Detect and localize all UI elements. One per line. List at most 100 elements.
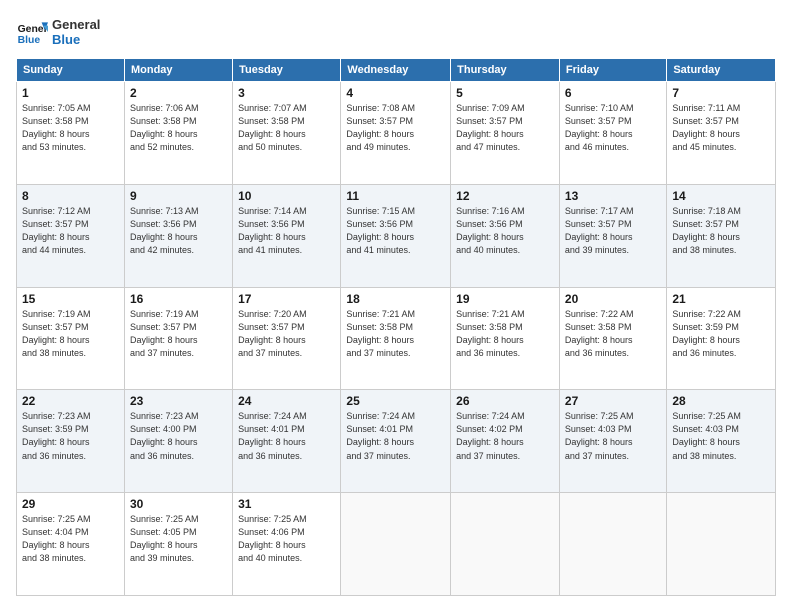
logo-icon: General Blue [16,16,48,48]
day-info: Sunrise: 7:05 AM Sunset: 3:58 PM Dayligh… [22,102,119,154]
calendar-header-tuesday: Tuesday [233,59,341,82]
calendar-week-4: 22 Sunrise: 7:23 AM Sunset: 3:59 PM Dayl… [17,390,776,493]
calendar-cell: 3 Sunrise: 7:07 AM Sunset: 3:58 PM Dayli… [233,82,341,185]
day-number: 10 [238,189,335,203]
day-number: 22 [22,394,119,408]
day-number: 3 [238,86,335,100]
day-number: 28 [672,394,770,408]
calendar-cell: 12 Sunrise: 7:16 AM Sunset: 3:56 PM Dayl… [451,184,560,287]
day-info: Sunrise: 7:23 AM Sunset: 4:00 PM Dayligh… [130,410,227,462]
day-info: Sunrise: 7:06 AM Sunset: 3:58 PM Dayligh… [130,102,227,154]
calendar-cell: 25 Sunrise: 7:24 AM Sunset: 4:01 PM Dayl… [341,390,451,493]
calendar-cell: 4 Sunrise: 7:08 AM Sunset: 3:57 PM Dayli… [341,82,451,185]
day-number: 5 [456,86,554,100]
calendar-header-row: SundayMondayTuesdayWednesdayThursdayFrid… [17,59,776,82]
calendar-cell: 6 Sunrise: 7:10 AM Sunset: 3:57 PM Dayli… [559,82,666,185]
calendar-header-monday: Monday [124,59,232,82]
header: General Blue General Blue [16,16,776,48]
calendar-cell: 26 Sunrise: 7:24 AM Sunset: 4:02 PM Dayl… [451,390,560,493]
calendar-cell: 24 Sunrise: 7:24 AM Sunset: 4:01 PM Dayl… [233,390,341,493]
day-info: Sunrise: 7:24 AM Sunset: 4:01 PM Dayligh… [346,410,445,462]
day-info: Sunrise: 7:24 AM Sunset: 4:02 PM Dayligh… [456,410,554,462]
day-number: 15 [22,292,119,306]
calendar-cell: 16 Sunrise: 7:19 AM Sunset: 3:57 PM Dayl… [124,287,232,390]
day-number: 1 [22,86,119,100]
day-number: 16 [130,292,227,306]
calendar-week-5: 29 Sunrise: 7:25 AM Sunset: 4:04 PM Dayl… [17,493,776,596]
calendar-cell: 19 Sunrise: 7:21 AM Sunset: 3:58 PM Dayl… [451,287,560,390]
day-info: Sunrise: 7:25 AM Sunset: 4:05 PM Dayligh… [130,513,227,565]
calendar-header-thursday: Thursday [451,59,560,82]
day-info: Sunrise: 7:25 AM Sunset: 4:04 PM Dayligh… [22,513,119,565]
calendar-cell: 7 Sunrise: 7:11 AM Sunset: 3:57 PM Dayli… [667,82,776,185]
day-number: 29 [22,497,119,511]
day-info: Sunrise: 7:07 AM Sunset: 3:58 PM Dayligh… [238,102,335,154]
calendar-week-1: 1 Sunrise: 7:05 AM Sunset: 3:58 PM Dayli… [17,82,776,185]
day-number: 13 [565,189,661,203]
calendar-cell [451,493,560,596]
day-number: 8 [22,189,119,203]
day-info: Sunrise: 7:22 AM Sunset: 3:58 PM Dayligh… [565,308,661,360]
day-number: 11 [346,189,445,203]
calendar-cell: 10 Sunrise: 7:14 AM Sunset: 3:56 PM Dayl… [233,184,341,287]
day-info: Sunrise: 7:13 AM Sunset: 3:56 PM Dayligh… [130,205,227,257]
day-number: 14 [672,189,770,203]
calendar-cell: 1 Sunrise: 7:05 AM Sunset: 3:58 PM Dayli… [17,82,125,185]
calendar-cell: 13 Sunrise: 7:17 AM Sunset: 3:57 PM Dayl… [559,184,666,287]
calendar-cell: 28 Sunrise: 7:25 AM Sunset: 4:03 PM Dayl… [667,390,776,493]
calendar-cell [341,493,451,596]
day-number: 24 [238,394,335,408]
calendar-cell: 14 Sunrise: 7:18 AM Sunset: 3:57 PM Dayl… [667,184,776,287]
day-number: 23 [130,394,227,408]
day-info: Sunrise: 7:25 AM Sunset: 4:03 PM Dayligh… [565,410,661,462]
calendar-header-friday: Friday [559,59,666,82]
day-info: Sunrise: 7:24 AM Sunset: 4:01 PM Dayligh… [238,410,335,462]
calendar-cell: 8 Sunrise: 7:12 AM Sunset: 3:57 PM Dayli… [17,184,125,287]
day-number: 20 [565,292,661,306]
calendar-header-saturday: Saturday [667,59,776,82]
calendar-cell: 11 Sunrise: 7:15 AM Sunset: 3:56 PM Dayl… [341,184,451,287]
day-number: 19 [456,292,554,306]
logo-text: General [52,17,100,32]
day-number: 9 [130,189,227,203]
day-number: 6 [565,86,661,100]
calendar-header-wednesday: Wednesday [341,59,451,82]
day-number: 2 [130,86,227,100]
day-number: 12 [456,189,554,203]
day-info: Sunrise: 7:11 AM Sunset: 3:57 PM Dayligh… [672,102,770,154]
day-info: Sunrise: 7:17 AM Sunset: 3:57 PM Dayligh… [565,205,661,257]
calendar-cell: 5 Sunrise: 7:09 AM Sunset: 3:57 PM Dayli… [451,82,560,185]
day-info: Sunrise: 7:16 AM Sunset: 3:56 PM Dayligh… [456,205,554,257]
day-info: Sunrise: 7:25 AM Sunset: 4:03 PM Dayligh… [672,410,770,462]
day-number: 27 [565,394,661,408]
day-info: Sunrise: 7:21 AM Sunset: 3:58 PM Dayligh… [456,308,554,360]
calendar-week-2: 8 Sunrise: 7:12 AM Sunset: 3:57 PM Dayli… [17,184,776,287]
day-info: Sunrise: 7:23 AM Sunset: 3:59 PM Dayligh… [22,410,119,462]
calendar-cell: 18 Sunrise: 7:21 AM Sunset: 3:58 PM Dayl… [341,287,451,390]
day-number: 7 [672,86,770,100]
calendar-cell: 15 Sunrise: 7:19 AM Sunset: 3:57 PM Dayl… [17,287,125,390]
day-info: Sunrise: 7:19 AM Sunset: 3:57 PM Dayligh… [130,308,227,360]
day-number: 31 [238,497,335,511]
day-number: 25 [346,394,445,408]
calendar-cell: 30 Sunrise: 7:25 AM Sunset: 4:05 PM Dayl… [124,493,232,596]
day-info: Sunrise: 7:19 AM Sunset: 3:57 PM Dayligh… [22,308,119,360]
day-info: Sunrise: 7:10 AM Sunset: 3:57 PM Dayligh… [565,102,661,154]
day-info: Sunrise: 7:18 AM Sunset: 3:57 PM Dayligh… [672,205,770,257]
logo-text2: Blue [52,32,100,47]
calendar-week-3: 15 Sunrise: 7:19 AM Sunset: 3:57 PM Dayl… [17,287,776,390]
day-number: 18 [346,292,445,306]
day-info: Sunrise: 7:20 AM Sunset: 3:57 PM Dayligh… [238,308,335,360]
day-info: Sunrise: 7:22 AM Sunset: 3:59 PM Dayligh… [672,308,770,360]
page: General Blue General Blue SundayMondayTu… [0,0,792,612]
day-number: 26 [456,394,554,408]
calendar-cell [667,493,776,596]
calendar-table: SundayMondayTuesdayWednesdayThursdayFrid… [16,58,776,596]
calendar-cell: 27 Sunrise: 7:25 AM Sunset: 4:03 PM Dayl… [559,390,666,493]
calendar-cell: 29 Sunrise: 7:25 AM Sunset: 4:04 PM Dayl… [17,493,125,596]
calendar-cell: 20 Sunrise: 7:22 AM Sunset: 3:58 PM Dayl… [559,287,666,390]
calendar-cell: 2 Sunrise: 7:06 AM Sunset: 3:58 PM Dayli… [124,82,232,185]
calendar-cell [559,493,666,596]
calendar-cell: 22 Sunrise: 7:23 AM Sunset: 3:59 PM Dayl… [17,390,125,493]
day-number: 30 [130,497,227,511]
